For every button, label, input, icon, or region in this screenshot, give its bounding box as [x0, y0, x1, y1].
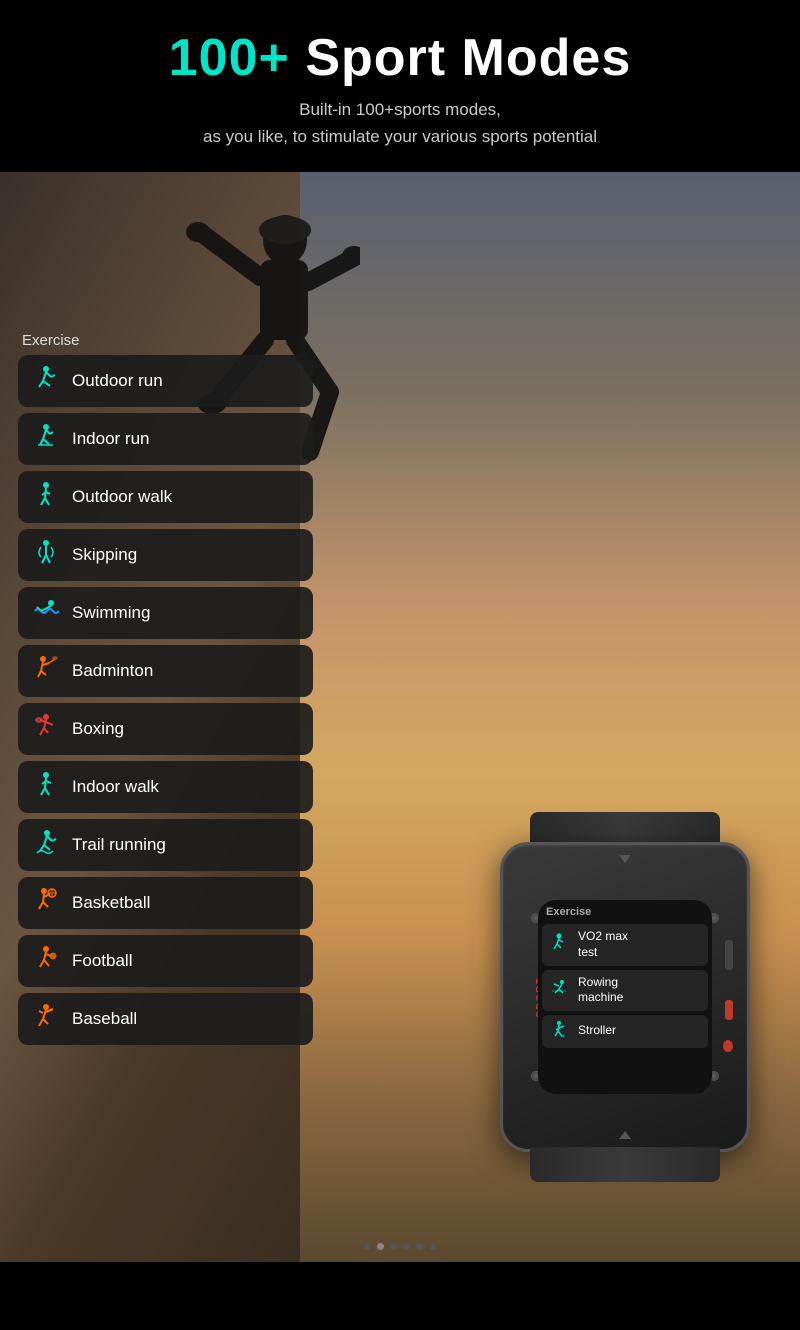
trail-running-label: Trail running — [72, 835, 166, 855]
pagination-dot-2[interactable] — [377, 1243, 384, 1250]
smartwatch: SPORT Exercise VO2 m — [480, 812, 770, 1182]
exercise-list: Exercise Outdoor run Indoor run Outdoor … — [18, 332, 313, 1051]
indoor-walk-icon — [32, 771, 60, 803]
exercise-item-boxing[interactable]: Boxing — [18, 703, 313, 755]
pagination-dot-4[interactable] — [403, 1243, 410, 1250]
pagination-dot-3[interactable] — [390, 1243, 397, 1250]
baseball-icon — [32, 1003, 60, 1035]
watch-vo2-label: VO2 maxtest — [578, 929, 628, 960]
outdoor-walk-label: Outdoor walk — [72, 487, 172, 507]
baseball-label: Baseball — [72, 1009, 137, 1029]
watch-item-stroller[interactable]: Stroller — [542, 1015, 708, 1048]
watch-stroller-icon — [550, 1020, 570, 1043]
pagination-dot-1[interactable] — [364, 1243, 371, 1250]
exercise-item-indoor-walk[interactable]: Indoor walk — [18, 761, 313, 813]
watch-rowing-label: Rowingmachine — [578, 975, 623, 1006]
basketball-icon — [32, 887, 60, 919]
exercise-item-swimming[interactable]: Swimming — [18, 587, 313, 639]
trail-running-icon — [32, 829, 60, 861]
watch-body: SPORT Exercise VO2 m — [480, 812, 770, 1182]
watch-stroller-label: Stroller — [578, 1023, 616, 1039]
watch-shell: SPORT Exercise VO2 m — [500, 842, 750, 1152]
highlight-text: 100+ — [169, 29, 290, 87]
swimming-icon — [32, 597, 60, 629]
football-icon — [32, 945, 60, 977]
watch-item-rowing[interactable]: Rowingmachine — [542, 970, 708, 1011]
skipping-label: Skipping — [72, 545, 137, 565]
page-title: 100+ Sport Modes — [20, 28, 780, 88]
watch-vo2-icon — [550, 933, 570, 956]
football-label: Football — [72, 951, 132, 971]
outdoor-run-label: Outdoor run — [72, 371, 163, 391]
watch-bottom-indicator — [619, 1131, 631, 1139]
watch-rowing-icon — [550, 979, 570, 1002]
side-button-dot[interactable] — [723, 1040, 733, 1052]
indoor-run-icon — [32, 423, 60, 455]
exercise-item-skipping[interactable]: Skipping — [18, 529, 313, 581]
hero-section: Exercise Outdoor run Indoor run Outdoor … — [0, 172, 800, 1262]
side-button-middle[interactable] — [725, 1000, 733, 1020]
badminton-label: Badminton — [72, 661, 153, 681]
boxing-label: Boxing — [72, 719, 124, 739]
skipping-icon — [32, 539, 60, 571]
outdoor-run-icon — [32, 365, 60, 397]
page-header: 100+ Sport Modes Built-in 100+sports mod… — [0, 0, 800, 172]
exercise-section-label: Exercise — [18, 332, 313, 349]
pagination-dot-6[interactable] — [429, 1243, 436, 1250]
basketball-label: Basketball — [72, 893, 150, 913]
pagination-dot-5[interactable] — [416, 1243, 423, 1250]
exercise-item-football[interactable]: Football — [18, 935, 313, 987]
exercise-item-baseball[interactable]: Baseball — [18, 993, 313, 1045]
outdoor-walk-icon — [32, 481, 60, 513]
watch-screen: Exercise VO2 maxtest Rowingmachine — [538, 900, 712, 1094]
page-subtitle: Built-in 100+sports modes, as you like, … — [20, 96, 780, 150]
watch-band-bottom — [530, 1147, 720, 1182]
boxing-icon — [32, 713, 60, 745]
exercise-item-outdoor-run[interactable]: Outdoor run — [18, 355, 313, 407]
indoor-run-label: Indoor run — [72, 429, 150, 449]
swimming-label: Swimming — [72, 603, 150, 623]
side-button-top[interactable] — [725, 940, 733, 970]
watch-item-vo2[interactable]: VO2 maxtest — [542, 924, 708, 965]
exercise-item-outdoor-walk[interactable]: Outdoor walk — [18, 471, 313, 523]
watch-screen-title: Exercise — [538, 900, 712, 922]
pagination — [0, 1243, 800, 1250]
exercise-item-basketball[interactable]: Basketball — [18, 877, 313, 929]
badminton-icon — [32, 655, 60, 687]
indoor-walk-label: Indoor walk — [72, 777, 159, 797]
exercise-item-badminton[interactable]: Badminton — [18, 645, 313, 697]
exercise-item-trail-running[interactable]: Trail running — [18, 819, 313, 871]
exercise-item-indoor-run[interactable]: Indoor run — [18, 413, 313, 465]
watch-top-indicator — [619, 855, 631, 863]
